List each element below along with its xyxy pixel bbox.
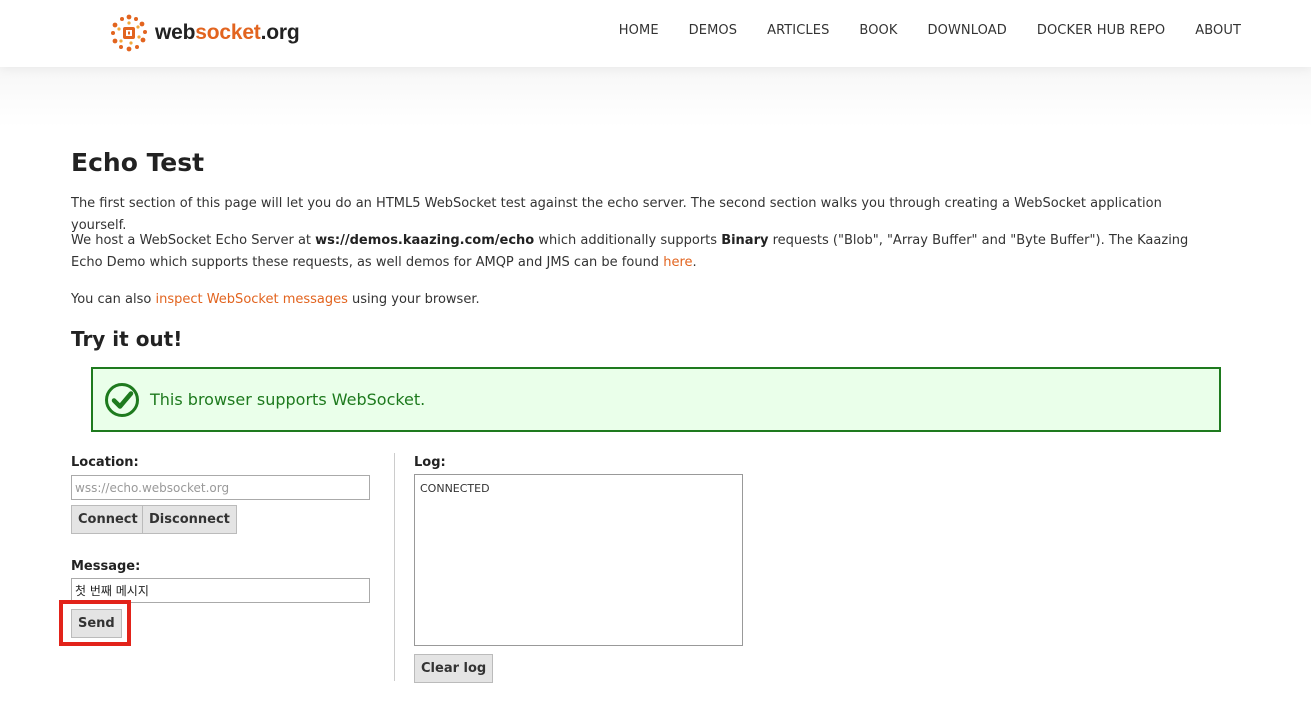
nav-articles[interactable]: ARTICLES	[767, 23, 829, 38]
host-text-4: .	[692, 255, 697, 270]
binary-text: Binary	[721, 233, 769, 248]
site-logo[interactable]: websocket.org	[109, 13, 300, 53]
try-it-out-heading: Try it out!	[71, 327, 183, 351]
site-header: websocket.org HOME DEMOS ARTICLES BOOK D…	[0, 0, 1311, 67]
logo-wordmark: websocket.org	[155, 21, 300, 45]
disconnect-button[interactable]: Disconnect	[142, 505, 237, 534]
nav-about[interactable]: ABOUT	[1195, 23, 1241, 38]
main-nav: HOME DEMOS ARTICLES BOOK DOWNLOAD DOCKER…	[589, 23, 1241, 38]
nav-book[interactable]: BOOK	[859, 23, 897, 38]
connect-button[interactable]: Connect	[71, 505, 145, 534]
location-label: Location:	[71, 455, 139, 470]
location-input[interactable]	[71, 475, 370, 500]
message-input[interactable]	[71, 578, 370, 603]
message-label: Message:	[71, 559, 141, 574]
host-text-1: We host a WebSocket Echo Server at	[71, 233, 316, 248]
page-title: Echo Test	[71, 148, 205, 177]
echo-server-url: ws://demos.kaazing.com/echo	[315, 233, 535, 248]
inspect-messages-link[interactable]: inspect WebSocket messages	[155, 292, 347, 307]
log-area[interactable]: CONNECTED	[414, 474, 743, 646]
logo-part-socket: socket	[195, 21, 261, 44]
nav-docker-hub-repo[interactable]: DOCKER HUB REPO	[1037, 23, 1165, 38]
send-button[interactable]: Send	[71, 609, 122, 638]
nav-demos[interactable]: DEMOS	[689, 23, 737, 38]
logo-part-org: .org	[260, 21, 300, 44]
support-text: This browser supports WebSocket.	[150, 390, 426, 409]
clear-log-button[interactable]: Clear log	[414, 654, 494, 683]
nav-download[interactable]: DOWNLOAD	[928, 23, 1007, 38]
support-notice: This browser supports WebSocket.	[91, 367, 1221, 432]
check-circle-icon	[105, 382, 139, 417]
host-paragraph: We host a WebSocket Echo Server at ws://…	[71, 230, 1221, 274]
logo-part-web: web	[155, 21, 196, 44]
inspect-paragraph: You can also inspect WebSocket messages …	[71, 289, 1221, 311]
inspect-text-1: You can also	[71, 292, 156, 307]
inspect-text-2: using your browser.	[347, 292, 480, 307]
column-divider	[394, 453, 395, 681]
host-text-2: which additionally supports	[534, 233, 722, 248]
header-shadow	[0, 67, 1311, 127]
websocket-logo-icon	[111, 14, 147, 52]
here-link[interactable]: here	[663, 255, 692, 270]
nav-home[interactable]: HOME	[619, 23, 659, 38]
log-label: Log:	[414, 455, 446, 470]
